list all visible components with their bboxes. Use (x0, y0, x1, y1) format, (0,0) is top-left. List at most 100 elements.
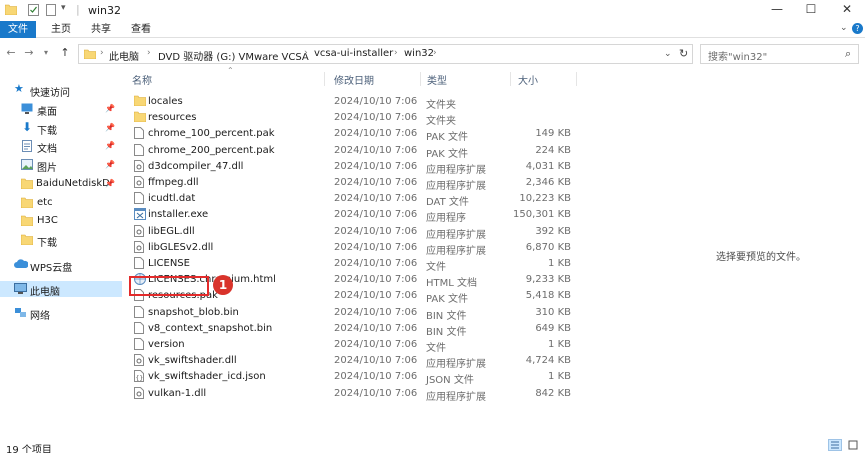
breadcrumb-this-pc[interactable]: 此电脑 (109, 48, 139, 63)
nav-label: 文档 (37, 144, 57, 155)
nav-baidunetdisk[interactable]: BaiduNetdiskD 📌 (0, 176, 122, 192)
column-divider[interactable] (510, 72, 511, 86)
nav-h3c[interactable]: H3C (0, 213, 122, 229)
file-name: resources (148, 112, 197, 124)
nav-downloads[interactable]: ⬇ 下载 📌 (0, 120, 122, 137)
up-icon[interactable]: ↑ (58, 46, 72, 59)
nav-label: 下载 (37, 126, 57, 137)
maximize-button[interactable]: ☐ (794, 0, 828, 20)
file-row[interactable]: d3dcompiler_47.dll 2024/10/10 7:06 应用程序扩展 4… (130, 159, 580, 176)
forward-icon[interactable]: → (22, 46, 36, 59)
file-date: 2024/10/10 7:06 (334, 128, 418, 140)
file-row[interactable]: installer.exe 2024/10/10 7:06 应用程序 150,301 … (130, 207, 580, 225)
file-name: installer.exe (148, 209, 209, 221)
nav-label: WPS云盘 (30, 263, 73, 274)
file-row[interactable]: chrome_100_percent.pak 2024/10/10 7:06 PAK… (130, 126, 580, 143)
column-header-size[interactable]: 大小 (518, 72, 538, 87)
breadcrumb-vcsa-ui-installer[interactable]: vcsa-ui-installer (314, 48, 393, 59)
column-divider[interactable] (576, 72, 577, 86)
file-date: 2024/10/10 7:06 (334, 258, 418, 269)
file-type: 应用程序扩展 (426, 391, 486, 403)
dll-icon (134, 159, 144, 175)
file-row[interactable]: resources 2024/10/10 7:06 文件夹 (130, 110, 580, 127)
file-name: LICENSE (148, 258, 190, 269)
tab-file[interactable]: 文件 (0, 21, 36, 38)
file-row[interactable]: version 2024/10/10 7:06 文件 1 KB (130, 337, 580, 354)
column-header-date[interactable]: 修改日期 (334, 72, 374, 87)
back-icon[interactable]: ← (4, 46, 18, 59)
file-icon (134, 321, 144, 337)
picture-icon (21, 159, 33, 173)
file-size: 10,223 KB (519, 193, 571, 205)
file-date: 2024/10/10 7:06 (334, 339, 418, 350)
file-row[interactable]: vk_swiftshader.dll 2024/10/10 7:06 应用程序扩展 4… (130, 353, 580, 370)
nav-this-pc[interactable]: 此电脑 (0, 281, 122, 298)
close-button[interactable]: ✕ (830, 0, 864, 20)
tab-share[interactable]: 共享 (86, 21, 116, 38)
dll-icon (134, 224, 144, 240)
nav-desktop[interactable]: 桌面 📌 (0, 101, 122, 118)
tab-view[interactable]: 查看 (126, 21, 156, 38)
file-icon (134, 338, 144, 353)
file-size: 310 KB (535, 306, 571, 318)
file-size: 1 KB (548, 339, 571, 350)
nav-label: H3C (37, 215, 58, 226)
minimize-button[interactable]: — (760, 0, 794, 20)
file-type: PAK 文件 (426, 294, 468, 306)
file-row[interactable]: libEGL.dll 2024/10/10 7:06 应用程序扩展 392 KB (130, 224, 580, 241)
file-row[interactable]: v8_context_snapshot.bin 2024/10/10 7:06 BI… (130, 321, 580, 338)
search-box[interactable]: 搜索"win32" ⌕ (700, 44, 859, 64)
file-row[interactable]: vulkan-1.dll 2024/10/10 7:06 应用程序扩展 842 KB (130, 386, 580, 403)
quick-access-dropdown-icon[interactable]: ▾ (61, 3, 66, 13)
file-row[interactable]: icudtl.dat 2024/10/10 7:06 DAT 文件 10,223 KB (130, 191, 580, 208)
file-row[interactable]: libGLESv2.dll 2024/10/10 7:06 应用程序扩展 6,870 … (130, 240, 580, 257)
file-type: 文件 (426, 262, 446, 273)
file-row[interactable]: snapshot_blob.bin 2024/10/10 7:06 BIN 文件 31… (130, 305, 580, 322)
nav-pictures[interactable]: 图片 📌 (0, 157, 122, 174)
help-icon[interactable]: ? (852, 23, 863, 34)
file-type: 应用程序 (426, 213, 466, 225)
file-row[interactable]: LICENSE 2024/10/10 7:06 文件 1 KB (130, 256, 580, 273)
column-header-name[interactable]: 名称 (132, 72, 152, 87)
recent-locations-icon[interactable]: ▾ (39, 48, 53, 57)
search-input[interactable]: 搜索"win32" (708, 48, 767, 63)
item-count: 19 个项目 (6, 445, 52, 453)
file-name: v8_context_snapshot.bin (148, 322, 273, 334)
nav-quick-access[interactable]: ★ 快速访问 (0, 82, 122, 99)
details-view-icon[interactable] (828, 439, 842, 451)
pin-icon: 📌 (105, 123, 115, 132)
column-divider[interactable] (420, 72, 421, 86)
address-dropdown-icon[interactable]: ⌄ (664, 49, 672, 59)
breadcrumb-win32[interactable]: win32 (404, 48, 434, 59)
breadcrumb-dvd-drive[interactable]: DVD 驱动器 (G:) VMware VCSA (158, 48, 309, 63)
column-header-type[interactable]: 类型 (427, 72, 447, 87)
folder-icon (4, 4, 18, 18)
file-name: ffmpeg.dll (148, 177, 199, 188)
nav-download-folder[interactable]: 下载 (0, 232, 122, 249)
folder-icon (20, 178, 34, 192)
file-date: 2024/10/10 7:06 (334, 225, 418, 237)
status-bar: 19 个项目 (0, 438, 865, 453)
properties-icon[interactable] (28, 4, 39, 19)
file-row[interactable]: locales 2024/10/10 7:06 文件夹 (130, 94, 580, 111)
column-divider[interactable] (324, 72, 325, 86)
new-folder-icon[interactable] (46, 4, 56, 19)
search-icon[interactable]: ⌕ (845, 47, 851, 61)
file-row[interactable]: ffmpeg.dll 2024/10/10 7:06 应用程序扩展 2,346 KB (130, 175, 580, 192)
ribbon-expand-icon[interactable]: ⌄ (840, 23, 848, 33)
nav-etc[interactable]: etc (0, 195, 122, 211)
large-icons-view-icon[interactable] (846, 439, 860, 451)
file-size: 4,724 KB (525, 355, 571, 367)
tab-home[interactable]: 主页 (46, 21, 76, 38)
nav-wps-cloud[interactable]: WPS云盘 (0, 257, 122, 274)
address-bar[interactable]: › 此电脑 › DVD 驱动器 (G:) VMware VCSA › vcsa-… (78, 44, 693, 64)
nav-network[interactable]: 网络 (0, 305, 122, 322)
nav-documents[interactable]: 文档 📌 (0, 138, 122, 155)
nav-label: BaiduNetdiskD (36, 178, 110, 189)
file-icon (134, 257, 144, 272)
file-name: d3dcompiler_47.dll (148, 160, 244, 172)
refresh-icon[interactable]: ↻ (679, 47, 688, 60)
file-row[interactable]: chrome_200_percent.pak 2024/10/10 7:06 PAK… (130, 143, 580, 160)
window-title: win32 (88, 4, 122, 17)
file-row[interactable]: {} vk_swiftshader_icd.json 2024/10/10 7:06… (130, 369, 580, 386)
